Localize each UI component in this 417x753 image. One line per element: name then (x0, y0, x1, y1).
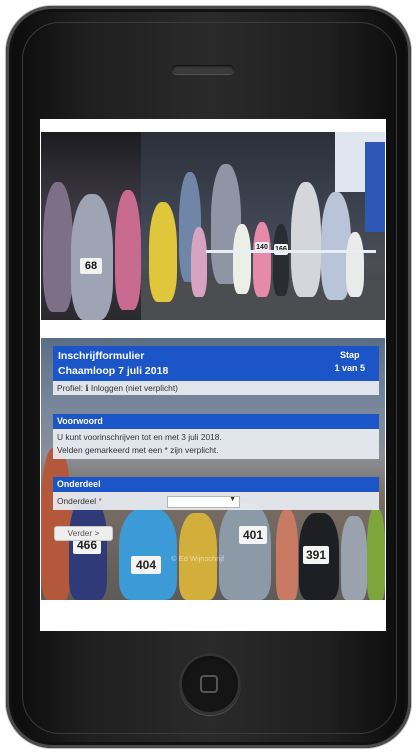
section-header-voorwoord: Voorwoord (53, 414, 379, 429)
onderdeel-select[interactable]: ▼ (167, 496, 240, 508)
runner-figure (219, 503, 271, 600)
step-indicator: Stap 1 van 5 (334, 349, 365, 375)
adult-figure (149, 202, 177, 302)
step-label: Stap (339, 350, 360, 360)
adult-figure (291, 182, 321, 297)
child-figure (71, 194, 113, 320)
runner-figure (276, 510, 298, 600)
event-banner (365, 142, 385, 232)
child-figure (233, 224, 251, 294)
step-value: 1 van 5 (334, 363, 365, 373)
child-figure (253, 222, 271, 297)
section-header-onderdeel: Onderdeel (53, 477, 379, 492)
section-title: Onderdeel (57, 479, 101, 489)
form-title: Inschrijfformulier (58, 350, 145, 362)
child-figure (115, 190, 141, 310)
preregistration-notice: U kunt voorinschrijven tot en met 3 juli… (57, 432, 222, 442)
profile-login-link[interactable]: Profiel: ℹ Inloggen (niet verplicht) (57, 383, 178, 393)
photo-watermark: © Ed Wijnschrijf (171, 554, 225, 563)
required-marker: * (98, 496, 102, 506)
chevron-down-icon: ▼ (229, 496, 236, 503)
photo-separator (40, 320, 386, 338)
race-bib: 401 (239, 526, 267, 544)
form-title-header: Inschrijfformulier Chaamloop 7 juli 2018… (53, 346, 379, 381)
speaker-grille (172, 65, 234, 74)
phone-screen: 68 140 166 466 404 401 391 Inschrijfform (40, 119, 386, 631)
race-bib: 68 (80, 258, 102, 274)
finish-tape (206, 250, 376, 253)
voorwoord-body: U kunt voorinschrijven tot en met 3 juli… (53, 429, 379, 459)
child-figure (346, 232, 364, 297)
child-figure (273, 224, 289, 296)
required-fields-notice: Velden gemarkeerd met een * zijn verplic… (57, 445, 219, 455)
child-figure (43, 182, 73, 312)
race-bib: 391 (303, 546, 329, 564)
next-button[interactable]: Verder > (54, 526, 113, 541)
onderdeel-label: Onderdeel (57, 496, 97, 506)
section-title: Voorwoord (57, 416, 103, 426)
race-bib: 404 (131, 556, 161, 574)
runner-figure (119, 508, 177, 600)
runner-figure (367, 508, 385, 600)
event-photo-top: 68 140 166 (41, 132, 385, 320)
registration-form-area: 466 404 401 391 Inschrijfformulier Chaam… (41, 338, 385, 600)
runner-figure (41, 448, 71, 600)
child-figure (191, 227, 207, 297)
profile-login-bar[interactable]: Profiel: ℹ Inloggen (niet verplicht) (53, 381, 379, 395)
screen-bottom-margin (40, 600, 386, 631)
event-title: Chaamloop 7 juli 2018 (58, 365, 169, 377)
home-square-icon (200, 675, 218, 693)
runner-figure (341, 516, 367, 600)
